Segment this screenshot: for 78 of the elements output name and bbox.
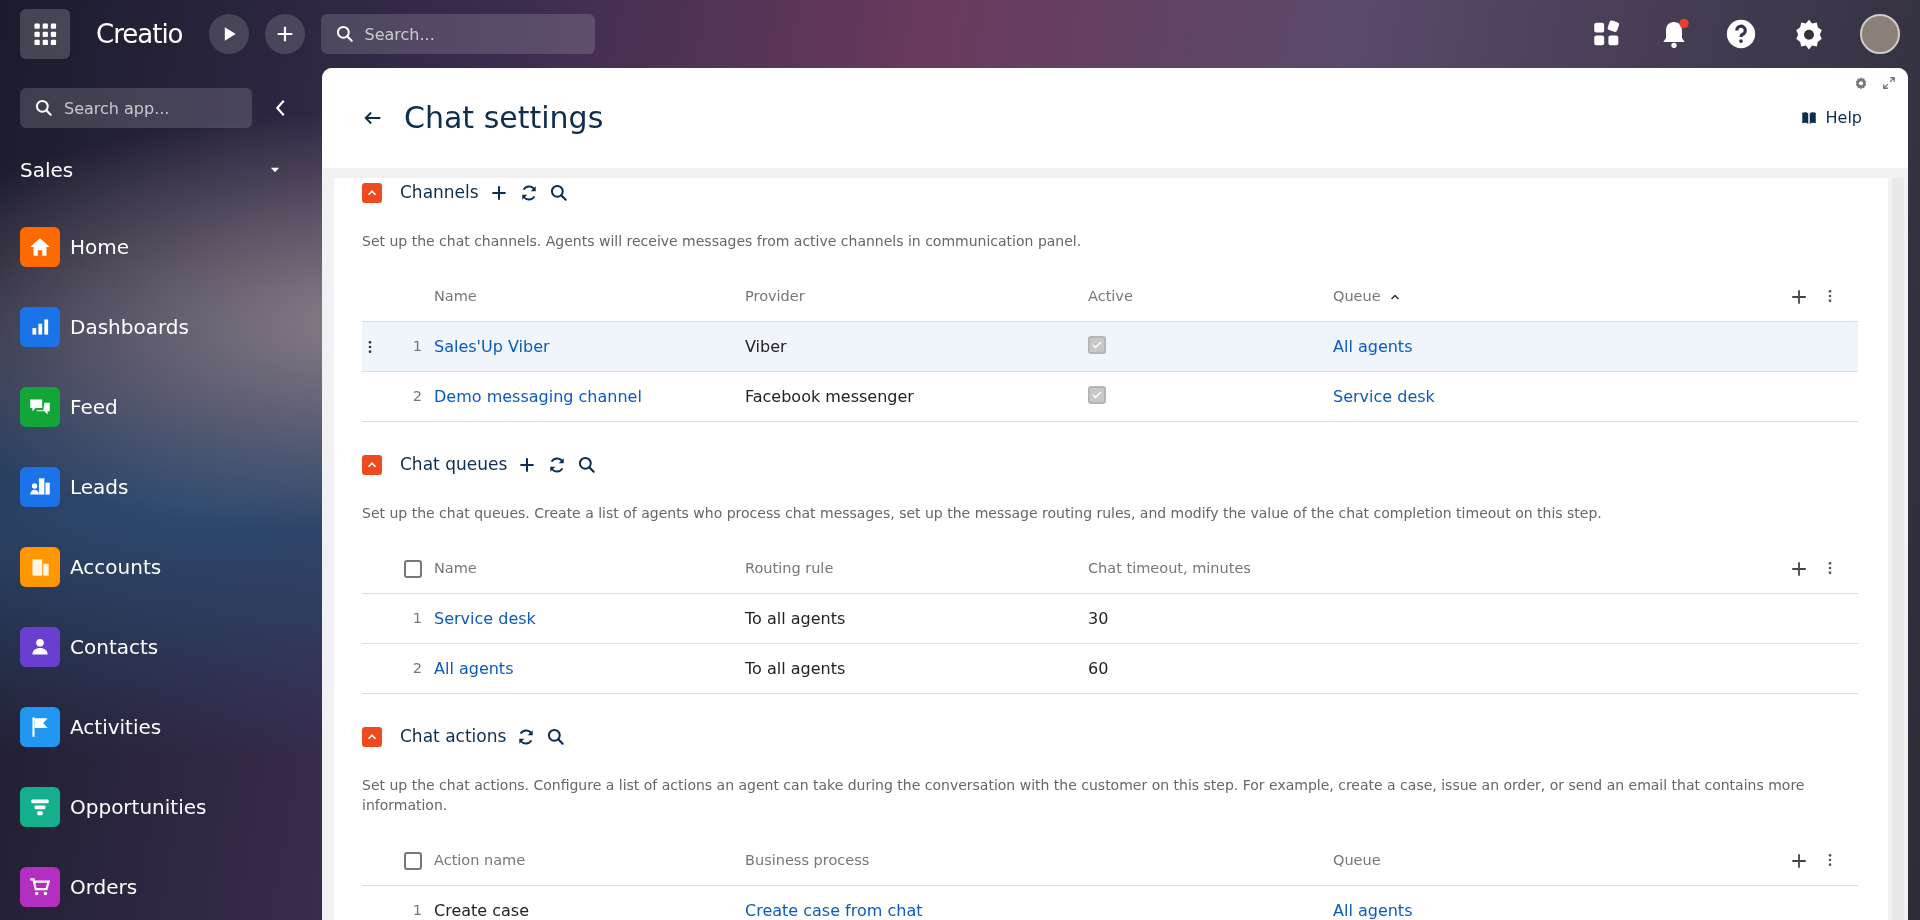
column-header[interactable]: Routing rule bbox=[745, 557, 834, 580]
column-header[interactable]: Business process bbox=[745, 849, 870, 872]
row-number: 1 bbox=[411, 608, 423, 628]
table-link[interactable]: Service desk bbox=[1333, 386, 1435, 406]
select-all-checkbox[interactable] bbox=[404, 851, 422, 870]
column-header[interactable]: Action name bbox=[434, 849, 526, 872]
column-header[interactable]: Chat timeout, minutes bbox=[1088, 557, 1251, 580]
logo-text: Creatio bbox=[96, 17, 183, 51]
search-icon bbox=[34, 98, 54, 118]
column-header[interactable]: Queue bbox=[1333, 849, 1381, 872]
search-button[interactable] bbox=[546, 727, 567, 747]
row-number: 1 bbox=[411, 900, 423, 920]
book-icon bbox=[1799, 109, 1818, 127]
nav-item[interactable]: Activities bbox=[20, 707, 162, 747]
table-link[interactable]: Service desk bbox=[434, 608, 536, 628]
row-number: 2 bbox=[411, 386, 423, 406]
section-description: Set up the chat queues. Create a list of agents who process chat messages, set up the message routing rules, and modify the value of the chat completion timeout on this step. bbox=[362, 504, 1603, 523]
table-link[interactable]: All agents bbox=[434, 658, 514, 678]
nav-item[interactable]: Accounts bbox=[20, 547, 162, 587]
table-link[interactable]: Demo messaging channel bbox=[434, 386, 642, 406]
help-link[interactable]: Help bbox=[1793, 105, 1868, 131]
collapse-section-button[interactable] bbox=[362, 727, 382, 747]
user-avatar[interactable] bbox=[1860, 14, 1900, 54]
table-cell: 60 bbox=[1088, 658, 1109, 678]
select-all-checkbox[interactable] bbox=[404, 559, 422, 578]
page-settings-button[interactable] bbox=[1854, 76, 1868, 90]
search-button[interactable] bbox=[548, 183, 569, 203]
nav-item[interactable]: Feed bbox=[20, 387, 118, 427]
run-button[interactable] bbox=[208, 14, 249, 54]
nav-item[interactable]: Leads bbox=[20, 467, 129, 507]
section-description: Set up the chat actions. Configure a list of actions an agent can take during the conversation with the customer on this step. For example, create a case, issue an order, or send an email that contains more information. bbox=[362, 776, 1806, 815]
search-icon bbox=[546, 727, 567, 747]
column-header[interactable]: Name bbox=[434, 557, 477, 580]
column-header[interactable]: Active bbox=[1088, 285, 1133, 308]
nav-item[interactable]: Opportunities bbox=[20, 787, 207, 827]
table-link[interactable]: All agents bbox=[1333, 336, 1413, 356]
add-column-button[interactable] bbox=[1790, 851, 1808, 870]
nav-item[interactable]: Contacts bbox=[20, 627, 159, 667]
expand-button[interactable] bbox=[1882, 76, 1896, 90]
nav-item[interactable]: Orders bbox=[20, 867, 138, 907]
page-title: Chat settings bbox=[404, 100, 604, 136]
table-link[interactable]: Sales'Up Viber bbox=[434, 336, 550, 356]
search-icon bbox=[548, 183, 569, 203]
row-number: 2 bbox=[411, 658, 423, 678]
nav-item[interactable]: Home bbox=[20, 227, 130, 267]
table-cell: To all agents bbox=[745, 658, 846, 678]
search-icon bbox=[334, 24, 355, 44]
add-button[interactable] bbox=[264, 14, 305, 54]
collapse-section-button[interactable] bbox=[362, 183, 382, 203]
table-cell: 30 bbox=[1088, 608, 1109, 628]
search-icon bbox=[577, 455, 598, 475]
section-title: Channels bbox=[400, 181, 479, 205]
plus-icon bbox=[1790, 287, 1808, 306]
help-button[interactable] bbox=[1724, 17, 1758, 51]
plus-icon bbox=[1790, 851, 1808, 870]
gear-icon bbox=[1854, 76, 1868, 90]
table-cell: To all agents bbox=[745, 608, 846, 628]
add-column-button[interactable] bbox=[1790, 559, 1808, 578]
row-number: 1 bbox=[411, 336, 423, 356]
apps-menu-button[interactable] bbox=[20, 9, 70, 59]
workplace-selector[interactable]: Sales bbox=[20, 155, 74, 185]
section-title: Chat queues bbox=[400, 453, 508, 477]
section-title: Chat actions bbox=[400, 725, 507, 749]
column-header[interactable]: Name bbox=[434, 285, 477, 308]
column-header[interactable]: Queue bbox=[1333, 285, 1381, 308]
table-link[interactable]: All agents bbox=[1333, 900, 1413, 920]
table-cell: Facebook messenger bbox=[745, 386, 914, 406]
search-button[interactable] bbox=[577, 455, 598, 475]
plus-icon bbox=[1790, 559, 1808, 578]
section-description: Set up the chat channels. Agents will receive messages from active channels in communication panel. bbox=[362, 232, 1083, 251]
add-column-button[interactable] bbox=[1790, 287, 1808, 306]
table-link[interactable]: Create case from chat bbox=[745, 900, 923, 920]
table-cell: Viber bbox=[745, 336, 787, 356]
column-header[interactable]: Provider bbox=[745, 285, 805, 308]
table-cell: Create case bbox=[434, 900, 530, 920]
nav-item[interactable]: Dashboards bbox=[20, 307, 189, 347]
expand-icon bbox=[1882, 76, 1896, 90]
collapse-section-button[interactable] bbox=[362, 455, 382, 475]
